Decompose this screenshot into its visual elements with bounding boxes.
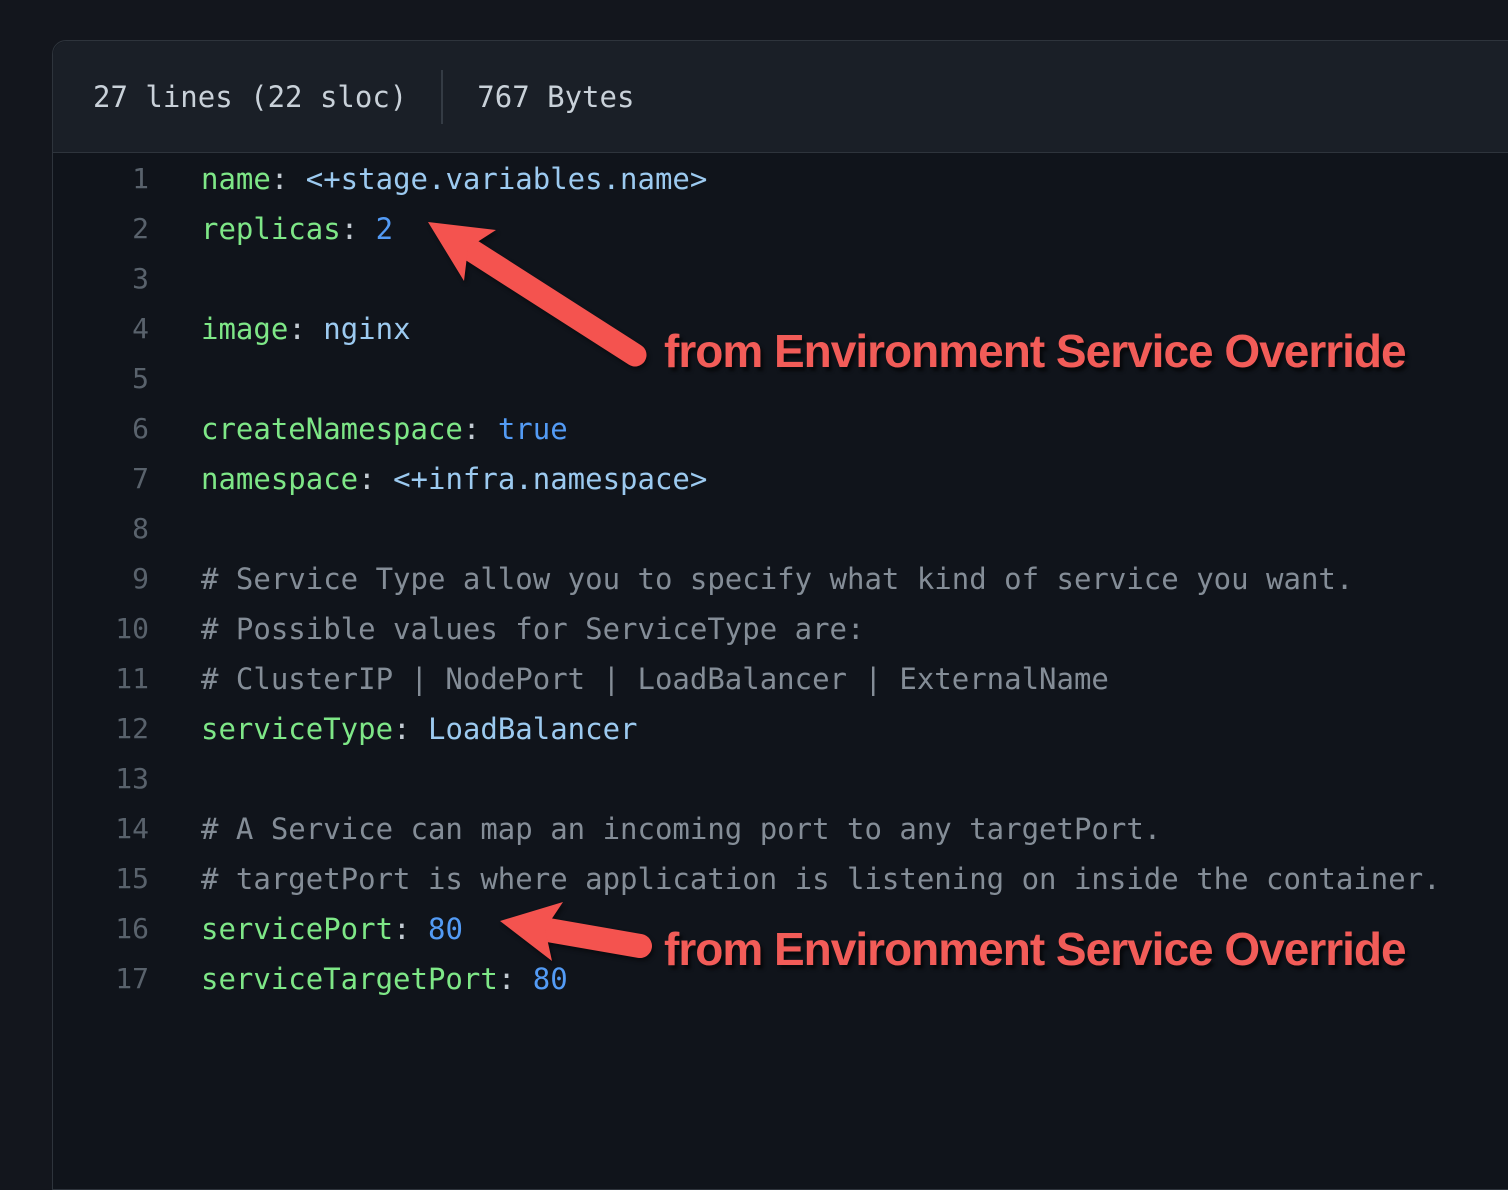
token-key: name — [201, 162, 271, 196]
code-text: # A Service can map an incoming port to … — [201, 804, 1161, 854]
code-text: createNamespace: true — [201, 404, 568, 454]
annotation-label-serviceport: from Environment Service Override — [664, 926, 1406, 972]
token-comment: # ClusterIP | NodePort | LoadBalancer | … — [201, 662, 1109, 696]
code-line: 7 namespace: <+infra.namespace> — [53, 454, 1508, 504]
code-text: namespace: <+infra.namespace> — [201, 454, 707, 504]
token-key: createNamespace — [201, 412, 463, 446]
line-number[interactable]: 17 — [53, 954, 149, 1004]
code-area: 1name: <+stage.variables.name>2replicas:… — [53, 153, 1508, 1004]
code-text: # ClusterIP | NodePort | LoadBalancer | … — [201, 654, 1109, 704]
line-number[interactable]: 8 — [53, 504, 149, 554]
annotation-label-replicas: from Environment Service Override — [664, 328, 1406, 374]
token-punc: : — [393, 712, 428, 746]
line-number[interactable]: 14 — [53, 804, 149, 854]
code-text: servicePort: 80 — [201, 904, 463, 954]
token-punc: : — [498, 962, 533, 996]
token-val: nginx — [323, 312, 410, 346]
token-val: LoadBalancer — [428, 712, 638, 746]
code-line: 10 # Possible values for ServiceType are: — [53, 604, 1508, 654]
code-line: 14 # A Service can map an incoming port t… — [53, 804, 1508, 854]
code-line: 11 # ClusterIP | NodePort | LoadBalancer … — [53, 654, 1508, 704]
token-num: 80 — [428, 912, 463, 946]
line-number[interactable]: 9 — [53, 554, 149, 604]
code-line: 15 # targetPort is where application is l… — [53, 854, 1508, 904]
code-text: # targetPort is where application is lis… — [201, 854, 1441, 904]
code-text: image: nginx — [201, 304, 411, 354]
header-divider — [441, 70, 443, 124]
file-header: 27 lines (22 sloc) 767 Bytes — [53, 41, 1508, 153]
line-number[interactable]: 6 — [53, 404, 149, 454]
line-number[interactable]: 2 — [53, 204, 149, 254]
file-lines-info: 27 lines (22 sloc) — [93, 80, 407, 114]
token-key: image — [201, 312, 288, 346]
code-line: 3 — [53, 254, 1508, 304]
token-num: 80 — [533, 962, 568, 996]
code-text: name: <+stage.variables.name> — [201, 154, 707, 204]
file-viewer: 27 lines (22 sloc) 767 Bytes 1 name: <+st… — [52, 40, 1508, 1190]
line-number[interactable]: 1 — [53, 154, 149, 204]
token-punc: : — [288, 312, 323, 346]
file-size-info: 767 Bytes — [477, 80, 634, 114]
token-punc: : — [271, 162, 306, 196]
line-number[interactable]: 3 — [53, 254, 149, 304]
line-number[interactable]: 5 — [53, 354, 149, 404]
token-val: <+infra.namespace> — [393, 462, 707, 496]
token-comment: # Possible values for ServiceType are: — [201, 612, 864, 646]
code-line: 13 — [53, 754, 1508, 804]
line-number[interactable]: 4 — [53, 304, 149, 354]
token-key: replicas — [201, 212, 341, 246]
token-punc: : — [393, 912, 428, 946]
token-val: <+stage.variables.name> — [306, 162, 708, 196]
token-punc: : — [358, 462, 393, 496]
token-comment: # A Service can map an incoming port to … — [201, 812, 1161, 846]
code-line: 2replicas: 2 — [53, 204, 1508, 254]
token-punc: : — [463, 412, 498, 446]
line-number[interactable]: 13 — [53, 754, 149, 804]
code-line: 8 — [53, 504, 1508, 554]
line-number[interactable]: 16 — [53, 904, 149, 954]
token-comment: # targetPort is where application is lis… — [201, 862, 1441, 896]
token-comment: # Service Type allow you to specify what… — [201, 562, 1353, 596]
line-number[interactable]: 12 — [53, 704, 149, 754]
code-line: 6 createNamespace: true — [53, 404, 1508, 454]
token-num: 2 — [376, 212, 393, 246]
code-text: serviceTargetPort: 80 — [201, 954, 568, 1004]
code-text: # Possible values for ServiceType are: — [201, 604, 864, 654]
token-key: servicePort — [201, 912, 393, 946]
code-text: serviceType: LoadBalancer — [201, 704, 638, 754]
token-key: namespace — [201, 462, 358, 496]
code-line: 12 serviceType: LoadBalancer — [53, 704, 1508, 754]
token-key: serviceTargetPort — [201, 962, 498, 996]
code-text: # Service Type allow you to specify what… — [201, 554, 1353, 604]
token-punc: : — [341, 212, 376, 246]
token-key: serviceType — [201, 712, 393, 746]
line-number[interactable]: 11 — [53, 654, 149, 704]
line-number[interactable]: 10 — [53, 604, 149, 654]
code-text: replicas: 2 — [201, 204, 393, 254]
code-line: 9 # Service Type allow you to specify wha… — [53, 554, 1508, 604]
line-number[interactable]: 7 — [53, 454, 149, 504]
line-number[interactable]: 15 — [53, 854, 149, 904]
token-bool: true — [498, 412, 568, 446]
code-line: 1 name: <+stage.variables.name> — [53, 154, 1508, 204]
